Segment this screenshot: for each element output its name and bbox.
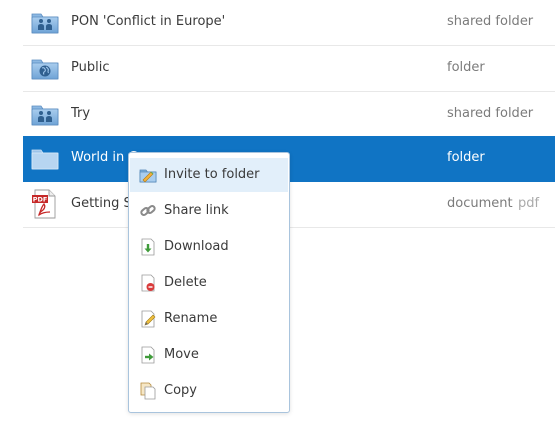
link-icon xyxy=(139,202,157,220)
public-folder-icon xyxy=(31,55,59,81)
move-icon xyxy=(139,346,157,364)
download-icon xyxy=(139,238,157,256)
menu-item-copy[interactable]: Copy xyxy=(130,374,288,408)
file-extension: pdf xyxy=(518,196,540,211)
file-kind: document xyxy=(447,196,513,211)
file-name: Getting St xyxy=(71,196,137,211)
file-row[interactable]: Public folder xyxy=(0,46,555,92)
folder-icon xyxy=(31,145,59,171)
menu-item-label: Invite to folder xyxy=(164,167,260,182)
svg-text:PDF: PDF xyxy=(33,196,48,204)
menu-item-delete[interactable]: Delete xyxy=(130,266,288,300)
menu-item-move[interactable]: Move xyxy=(130,338,288,372)
file-name: Public xyxy=(71,60,110,75)
file-name: PON 'Conflict in Europe' xyxy=(71,14,226,29)
file-kind: folder xyxy=(447,60,485,75)
menu-item-download[interactable]: Download xyxy=(130,230,288,264)
file-kind: folder xyxy=(447,150,485,165)
file-kind: shared folder xyxy=(447,106,534,121)
file-row[interactable]: PON 'Conflict in Europe' shared folder xyxy=(0,0,555,46)
menu-item-label: Move xyxy=(164,347,199,362)
delete-icon xyxy=(139,274,157,292)
menu-item-label: Share link xyxy=(164,203,229,218)
menu-item-label: Rename xyxy=(164,311,218,326)
menu-item-label: Delete xyxy=(164,275,207,290)
copy-icon xyxy=(139,382,157,400)
shared-folder-icon xyxy=(31,9,59,35)
file-row[interactable]: Try shared folder xyxy=(0,92,555,138)
file-name: Try xyxy=(71,106,91,121)
menu-item-label: Download xyxy=(164,239,229,254)
context-menu: Invite to folder Share link Download Del… xyxy=(128,152,290,413)
menu-item-label: Copy xyxy=(164,383,197,398)
menu-item-share-link[interactable]: Share link xyxy=(130,194,288,228)
rename-icon xyxy=(139,310,157,328)
invite-folder-icon xyxy=(139,166,157,184)
shared-folder-icon xyxy=(31,101,59,127)
file-kind: shared folder xyxy=(447,14,534,29)
menu-item-rename[interactable]: Rename xyxy=(130,302,288,336)
pdf-icon: PDF xyxy=(31,189,59,219)
menu-item-invite-to-folder[interactable]: Invite to folder xyxy=(130,158,288,192)
